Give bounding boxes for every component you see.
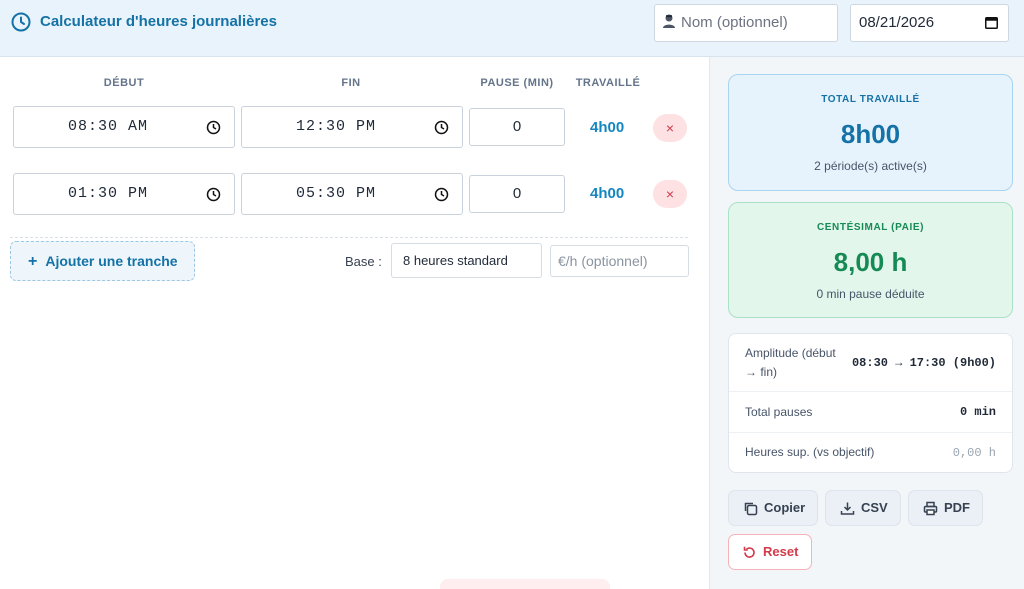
start-time-input[interactable]: 01:30 PM [13, 173, 235, 215]
stat-key: Heures sup. (vs objectif) [745, 445, 875, 459]
close-icon: × [665, 120, 675, 136]
end-time-input[interactable]: 12:30 PM [241, 106, 463, 148]
column-header-worked: TRAVAILLÉ [575, 77, 641, 89]
csv-label: CSV [861, 500, 888, 515]
decorative-glow [440, 579, 610, 589]
stat-key: Amplitude (début → fin) [745, 346, 836, 379]
divider [10, 237, 688, 238]
stat-overtime: Heures sup. (vs objectif) 0,00 h [729, 433, 1012, 473]
close-icon: × [665, 186, 675, 202]
stat-key: Total pauses [745, 405, 813, 419]
time-entries-panel: DÉBUT FIN PAUSE (MIN) TRAVAILLÉ 08:30 AM… [0, 57, 710, 589]
end-time-value: 05:30 PM [296, 185, 377, 202]
worked-value: 4h00 [590, 185, 625, 202]
reset-label: Reset [763, 544, 799, 559]
plus-icon: + [28, 253, 38, 270]
stat-total-pauses: Total pauses 0 min [729, 392, 1012, 433]
total-worked-label: TOTAL TRAVAILLÉ [821, 94, 920, 105]
stat-value: 0 min [959, 405, 996, 419]
summary-panel: TOTAL TRAVAILLÉ 8h00 2 période(s) active… [711, 57, 1024, 589]
base-select[interactable]: 8 heures standard [391, 243, 542, 278]
reset-button[interactable]: Reset [728, 534, 812, 570]
csv-button[interactable]: CSV [825, 490, 901, 526]
pdf-label: PDF [944, 500, 970, 515]
clock-icon[interactable] [206, 120, 221, 135]
base-label: Base : [345, 254, 382, 269]
start-time-value: 08:30 AM [68, 118, 149, 135]
clock-icon[interactable] [434, 187, 449, 202]
column-header-start: DÉBUT [103, 77, 145, 89]
pause-input[interactable]: 0 [469, 108, 565, 146]
clock-icon[interactable] [434, 120, 449, 135]
stat-amplitude: Amplitude (début → fin) 08:30 → 17:30 (9… [729, 334, 1012, 392]
pause-deducted-text: 0 min pause déduite [816, 287, 925, 301]
add-slot-button[interactable]: + Ajouter une tranche [10, 241, 195, 281]
total-worked-value: 8h00 [840, 119, 901, 149]
delete-row-button[interactable]: × [653, 180, 687, 208]
end-time-value: 12:30 PM [296, 118, 377, 135]
copy-label: Copier [764, 500, 806, 515]
copy-icon [744, 502, 758, 516]
worked-value: 4h00 [590, 119, 625, 136]
total-worked-card: TOTAL TRAVAILLÉ 8h00 2 période(s) active… [728, 74, 1013, 191]
reset-icon [743, 546, 755, 558]
add-slot-label: Ajouter une tranche [45, 253, 178, 269]
column-header-end: FIN [341, 77, 361, 89]
hourly-rate-input[interactable]: €/h (optionnel) [550, 245, 689, 277]
pause-input[interactable]: 0 [469, 175, 565, 213]
user-icon [663, 14, 675, 28]
centesimal-label: CENTÉSIMAL (PAIE) [816, 222, 925, 233]
centesimal-value: 8,00 h [833, 247, 908, 277]
page-title: Calculateur d'heures journalières [40, 13, 277, 30]
download-icon [840, 502, 855, 515]
start-time-input[interactable]: 08:30 AM [13, 106, 235, 148]
pdf-button[interactable]: PDF [908, 490, 983, 526]
active-periods-text: 2 période(s) active(s) [814, 159, 927, 173]
app-header: Calculateur d'heures journalières Nom (o… [0, 0, 1024, 57]
centesimal-card: CENTÉSIMAL (PAIE) 8,00 h 0 min pause déd… [728, 202, 1013, 318]
name-input[interactable]: Nom (optionnel) [654, 4, 838, 42]
clock-icon [11, 12, 31, 32]
start-time-value: 01:30 PM [68, 185, 149, 202]
column-header-pause: PAUSE (MIN) [480, 77, 554, 89]
end-time-input[interactable]: 05:30 PM [241, 173, 463, 215]
clock-icon[interactable] [206, 187, 221, 202]
calendar-icon[interactable] [985, 16, 998, 29]
stat-value: 0,00 h [952, 446, 996, 460]
printer-icon [923, 501, 938, 516]
copy-button[interactable]: Copier [728, 490, 818, 526]
delete-row-button[interactable]: × [653, 114, 687, 142]
stat-value: 08:30 → 17:30 (9h00) [851, 356, 996, 370]
stats-list: Amplitude (début → fin) 08:30 → 17:30 (9… [728, 333, 1013, 473]
